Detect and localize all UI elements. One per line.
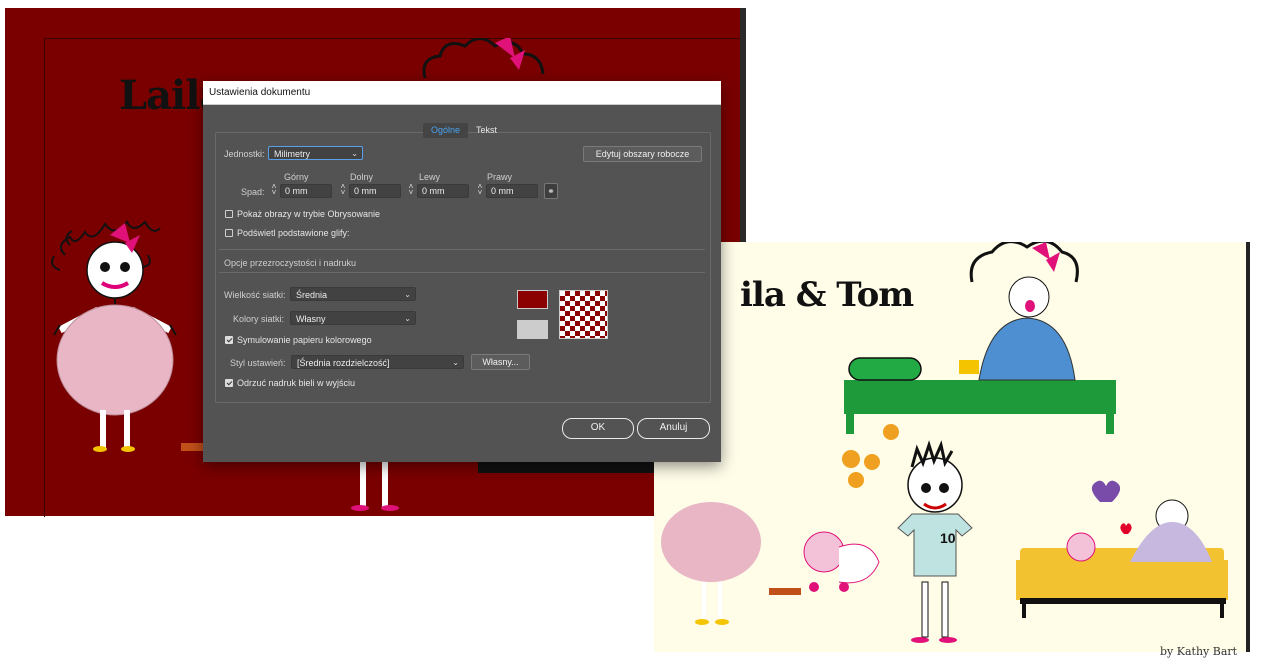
grid-size-label: Wielkość siatki: — [224, 290, 286, 300]
girl-legs-bottom — [351, 462, 399, 511]
chevron-down-icon: ⌄ — [404, 314, 411, 323]
custom-preset-button[interactable]: Własny... — [471, 354, 530, 370]
bleed-left-input[interactable]: 0 mm — [417, 184, 469, 198]
grid-size-select[interactable]: Średnia ⌄ — [290, 287, 416, 301]
bleed-label: Spad: — [241, 187, 265, 197]
section-divider-top — [219, 249, 705, 250]
girl-illustration-left — [51, 220, 177, 452]
simulate-paper-label: Symulowanie papieru kolorowego — [237, 335, 372, 345]
bleed-right-label: Prawy — [487, 172, 513, 182]
tab-general[interactable]: Ogólne — [423, 123, 469, 138]
bleed-bottom-input[interactable]: 0 mm — [349, 184, 401, 198]
preset-label: Styl ustawień: — [230, 358, 286, 368]
dialog-title: Ustawienia dokumentu — [209, 87, 311, 98]
link-chain-icon[interactable]: ⚭ — [544, 183, 558, 199]
edit-artboards-button[interactable]: Edytuj obszary robocze — [583, 146, 702, 162]
cancel-button[interactable]: Anuluj — [637, 418, 710, 439]
grid-colors-label: Kolory siatki: — [233, 314, 285, 324]
bleed-left-stepper[interactable]: ˄ ˅ — [407, 183, 415, 197]
highlight-glyphs-checkbox[interactable] — [225, 229, 233, 237]
preset-value: [Średnia rozdzielczość] — [297, 358, 390, 368]
discard-white-checkbox[interactable] — [225, 379, 233, 387]
bleed-top-label: Górny — [284, 172, 309, 182]
highlight-glyphs-label: Podświetl podstawione glify: — [237, 228, 350, 238]
scene-illustration-right: 10 — [661, 242, 1228, 643]
transparency-preview-swatch — [559, 290, 608, 339]
grid-size-value: Średnia — [296, 290, 328, 300]
jersey-number: 10 — [940, 530, 956, 546]
document-settings-dialog: Ustawienia dokumentu Ogólne Tekst Jednos… — [203, 81, 721, 462]
units-select[interactable]: Milimetry ⌄ — [268, 146, 363, 160]
transparency-section-title: Opcje przezroczystości i nadruku — [224, 258, 357, 268]
chevron-down-icon: ⌄ — [404, 290, 411, 299]
artist-credit: by Kathy Bart — [1160, 645, 1238, 658]
bleed-bottom-label: Dolny — [350, 172, 374, 182]
bleed-right-stepper[interactable]: ˄ ˅ — [476, 183, 484, 197]
section-divider-bottom — [219, 272, 705, 273]
grid-colors-select[interactable]: Własny ⌄ — [290, 311, 416, 325]
paper-color-swatch[interactable] — [517, 290, 548, 309]
show-images-outline-checkbox[interactable] — [225, 210, 233, 218]
ok-button[interactable]: OK — [562, 418, 634, 439]
units-label: Jednostki: — [224, 149, 265, 159]
bleed-top-stepper[interactable]: ˄ ˅ — [270, 183, 278, 197]
preset-select[interactable]: [Średnia rozdzielczość] ⌄ — [291, 355, 464, 369]
tab-text[interactable]: Tekst — [468, 123, 505, 138]
discard-white-label: Odrzuć nadruk bieli w wyjściu — [237, 378, 356, 388]
grid-colors-value: Własny — [296, 314, 326, 324]
chevron-down-icon: ⌄ — [452, 358, 459, 367]
chevron-down-icon: ⌄ — [351, 149, 358, 158]
bleed-right-input[interactable]: 0 mm — [486, 184, 538, 198]
simulate-paper-checkbox[interactable] — [225, 336, 233, 344]
bleed-bottom-stepper[interactable]: ˄ ˅ — [339, 183, 347, 197]
grid-color-swatch[interactable] — [517, 320, 548, 339]
tab-bar: Ogólne Tekst — [423, 123, 505, 138]
bleed-top-input[interactable]: 0 mm — [280, 184, 332, 198]
show-images-outline-label: Pokaż obrazy w trybie Obrysowanie — [237, 209, 381, 219]
bleed-left-label: Lewy — [419, 172, 441, 182]
dialog-titlebar[interactable]: Ustawienia dokumentu — [203, 81, 721, 105]
units-value: Milimetry — [274, 149, 310, 159]
